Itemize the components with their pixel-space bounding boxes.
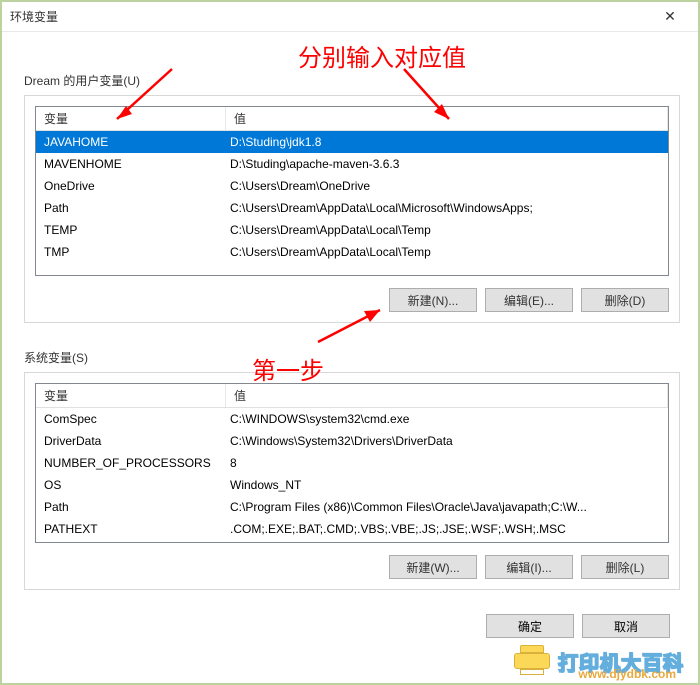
system-section: 系统变量(S) 变量 值 ComSpecC:\WINDOWS\system32\… xyxy=(24,349,680,590)
table-row[interactable]: JAVAHOMED:\Studing\jdk1.8 xyxy=(36,131,668,153)
watermark-url: www.djydbk.com xyxy=(578,667,676,681)
cell-value: D:\Studing\jdk1.8 xyxy=(226,133,668,151)
cell-variable: Path xyxy=(36,199,226,217)
edit-system-var-button[interactable]: 编辑(I)... xyxy=(485,555,573,579)
cell-variable: TMP xyxy=(36,243,226,261)
system-var-table[interactable]: 变量 值 ComSpecC:\WINDOWS\system32\cmd.exeD… xyxy=(35,383,669,543)
table-header: 变量 值 xyxy=(36,107,668,131)
table-row[interactable]: ComSpecC:\WINDOWS\system32\cmd.exe xyxy=(36,408,668,430)
user-section-label: Dream 的用户变量(U) xyxy=(24,72,680,89)
dialog-bottom-buttons: 确定 取消 xyxy=(2,608,698,638)
annotation-step1: 第一步 xyxy=(252,351,324,386)
cell-value: C:\Program Files (x86)\Common Files\Orac… xyxy=(226,498,668,516)
table-row[interactable]: DriverDataC:\Windows\System32\Drivers\Dr… xyxy=(36,430,668,452)
system-button-row: 新建(W)... 编辑(I)... 删除(L) xyxy=(35,555,669,579)
cell-variable: OS xyxy=(36,476,226,494)
cell-variable: MAVENHOME xyxy=(36,155,226,173)
col-value[interactable]: 值 xyxy=(226,107,668,130)
col-value[interactable]: 值 xyxy=(226,384,668,407)
table-row[interactable]: PathC:\Program Files (x86)\Common Files\… xyxy=(36,496,668,518)
table-row[interactable]: MAVENHOMED:\Studing\apache-maven-3.6.3 xyxy=(36,153,668,175)
table-row[interactable]: NUMBER_OF_PROCESSORS8 xyxy=(36,452,668,474)
cell-value: C:\WINDOWS\system32\cmd.exe xyxy=(226,410,668,428)
title-bar: 环境变量 ✕ xyxy=(2,2,698,32)
col-variable[interactable]: 变量 xyxy=(36,107,226,130)
cell-variable: Path xyxy=(36,498,226,516)
cell-value: C:\Users\Dream\AppData\Local\Temp xyxy=(226,221,668,239)
dialog-content: 分别输入对应值 Dream 的用户变量(U) 变量 值 JAVAHOMED:\S… xyxy=(2,32,698,608)
table-row[interactable]: PathC:\Users\Dream\AppData\Local\Microso… xyxy=(36,197,668,219)
table-header: 变量 值 xyxy=(36,384,668,408)
cell-value: D:\Studing\apache-maven-3.6.3 xyxy=(226,155,668,173)
user-table-body: JAVAHOMED:\Studing\jdk1.8MAVENHOMED:\Stu… xyxy=(36,131,668,263)
cell-value: Windows_NT xyxy=(226,476,668,494)
cell-variable: ComSpec xyxy=(36,410,226,428)
cancel-button[interactable]: 取消 xyxy=(582,614,670,638)
delete-system-var-button[interactable]: 删除(L) xyxy=(581,555,669,579)
cell-variable: DriverData xyxy=(36,432,226,450)
table-row[interactable]: OSWindows_NT xyxy=(36,474,668,496)
printer-icon xyxy=(512,645,552,677)
cell-value: C:\Windows\System32\Drivers\DriverData xyxy=(226,432,668,450)
table-row[interactable]: TMPC:\Users\Dream\AppData\Local\Temp xyxy=(36,241,668,263)
new-system-var-button[interactable]: 新建(W)... xyxy=(389,555,477,579)
close-button[interactable]: ✕ xyxy=(650,3,690,31)
cell-value: C:\Users\Dream\AppData\Local\Temp xyxy=(226,243,668,261)
cell-variable: JAVAHOME xyxy=(36,133,226,151)
cell-value: .COM;.EXE;.BAT;.CMD;.VBS;.VBE;.JS;.JSE;.… xyxy=(226,520,668,538)
cell-variable: TEMP xyxy=(36,221,226,239)
table-row[interactable]: OneDriveC:\Users\Dream\OneDrive xyxy=(36,175,668,197)
user-button-row: 新建(N)... 编辑(E)... 删除(D) xyxy=(35,288,669,312)
table-row[interactable]: TEMPC:\Users\Dream\AppData\Local\Temp xyxy=(36,219,668,241)
delete-user-var-button[interactable]: 删除(D) xyxy=(581,288,669,312)
ok-button[interactable]: 确定 xyxy=(486,614,574,638)
system-section-box: 变量 值 ComSpecC:\WINDOWS\system32\cmd.exeD… xyxy=(24,372,680,590)
system-section-label: 系统变量(S) xyxy=(24,349,680,366)
cell-variable: OneDrive xyxy=(36,177,226,195)
cell-variable: PROCESSOR_ARCHITECTURE xyxy=(36,542,226,543)
new-user-var-button[interactable]: 新建(N)... xyxy=(389,288,477,312)
cell-variable: PATHEXT xyxy=(36,520,226,538)
system-table-body: ComSpecC:\WINDOWS\system32\cmd.exeDriver… xyxy=(36,408,668,543)
cell-variable: NUMBER_OF_PROCESSORS xyxy=(36,454,226,472)
table-row[interactable]: PROCESSOR_ARCHITECTUREAMD64 xyxy=(36,540,668,543)
cell-value: 8 xyxy=(226,454,668,472)
user-section-box: 变量 值 JAVAHOMED:\Studing\jdk1.8MAVENHOMED… xyxy=(24,95,680,323)
cell-value: C:\Users\Dream\OneDrive xyxy=(226,177,668,195)
close-icon: ✕ xyxy=(664,8,676,25)
cell-value: AMD64 xyxy=(226,542,668,543)
window-title: 环境变量 xyxy=(10,8,58,25)
cell-value: C:\Users\Dream\AppData\Local\Microsoft\W… xyxy=(226,199,668,217)
table-row[interactable]: PATHEXT.COM;.EXE;.BAT;.CMD;.VBS;.VBE;.JS… xyxy=(36,518,668,540)
annotation-top: 分别输入对应值 xyxy=(84,38,680,72)
col-variable[interactable]: 变量 xyxy=(36,384,226,407)
user-var-table[interactable]: 变量 值 JAVAHOMED:\Studing\jdk1.8MAVENHOMED… xyxy=(35,106,669,276)
edit-user-var-button[interactable]: 编辑(E)... xyxy=(485,288,573,312)
